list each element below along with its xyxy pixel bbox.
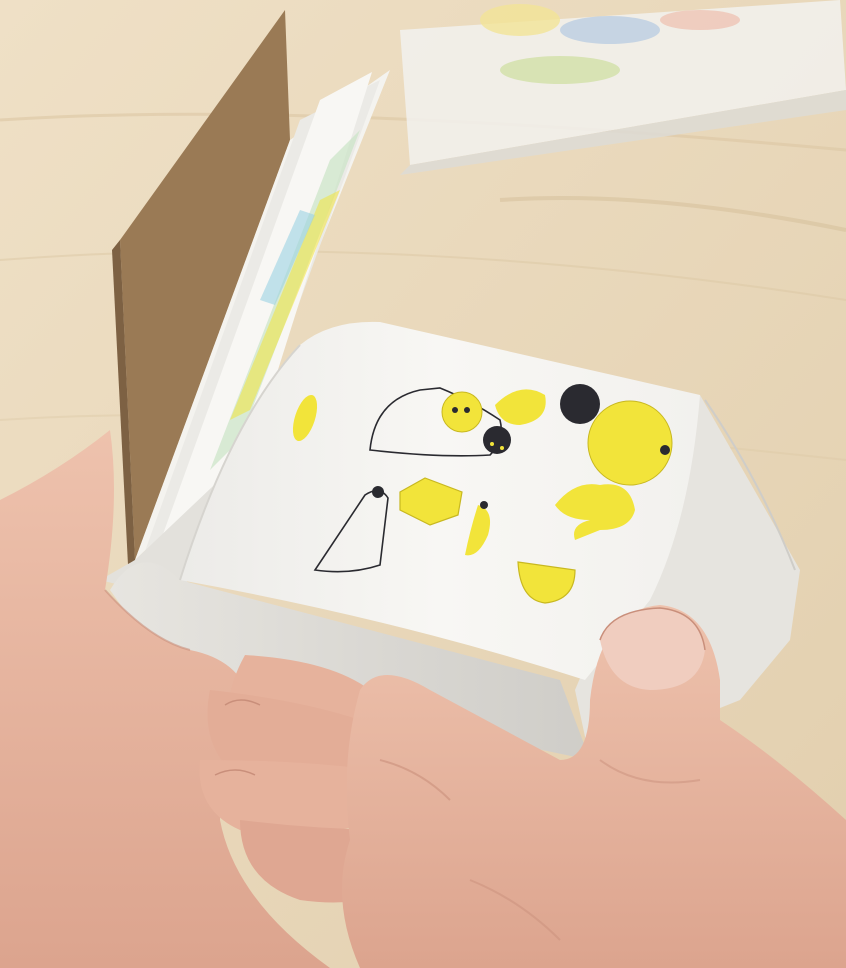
black-circle <box>560 384 600 424</box>
yellow-face <box>441 391 483 433</box>
flipbook-photo <box>0 0 846 968</box>
black-ball <box>483 426 511 454</box>
big-yellow-circle <box>587 400 673 486</box>
photo-scene <box>0 0 846 968</box>
